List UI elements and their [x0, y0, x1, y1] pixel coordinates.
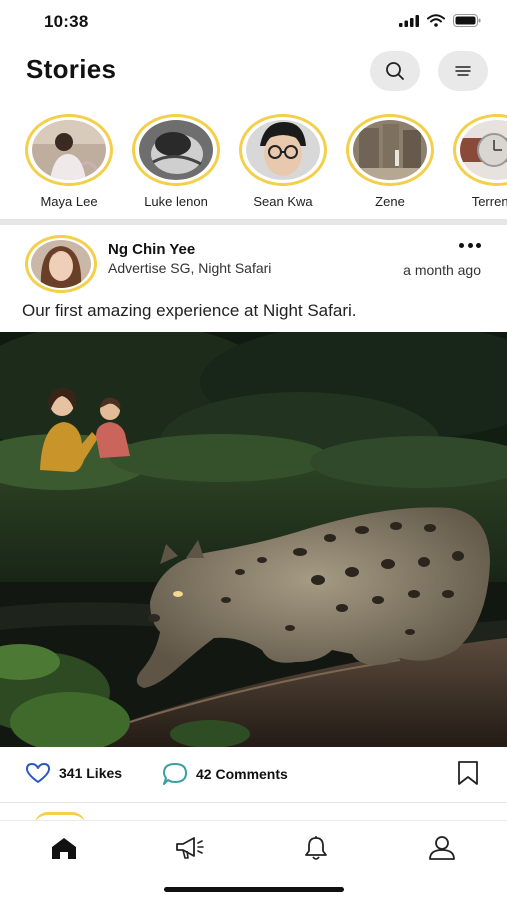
- bookmark-icon: [458, 761, 478, 785]
- tab-profile[interactable]: [422, 833, 462, 863]
- post-timestamp: a month ago: [403, 262, 481, 278]
- tab-advertise[interactable]: [170, 833, 210, 863]
- menu-button[interactable]: [438, 51, 488, 91]
- tab-notifications[interactable]: [296, 833, 336, 863]
- story-item[interactable]: Luke lenon: [130, 114, 222, 209]
- menu-icon: [455, 66, 471, 76]
- comment-button[interactable]: 42 Comments: [162, 762, 288, 786]
- dot: [476, 242, 481, 248]
- story-ring: [346, 114, 434, 186]
- status-bar: 10:38: [0, 0, 507, 44]
- story-ring: [25, 114, 113, 186]
- tab-bar: [0, 820, 507, 900]
- bookmark-button[interactable]: [457, 760, 479, 791]
- story-ring: [453, 114, 507, 186]
- home-icon: [52, 838, 76, 859]
- status-icons: [399, 14, 481, 27]
- dot: [459, 242, 464, 248]
- story-ring: [239, 114, 327, 186]
- post-caption: Our first amazing experience at Night Sa…: [22, 301, 357, 320]
- section-divider: [0, 219, 507, 225]
- heart-icon: [26, 763, 50, 783]
- comments-count: 42 Comments: [196, 766, 288, 782]
- profile-icon: [429, 836, 455, 860]
- search-button[interactable]: [370, 51, 420, 91]
- story-label: Zene: [375, 194, 405, 209]
- page-title: Stories: [26, 54, 117, 84]
- bell-icon: [305, 836, 327, 860]
- battery-icon: [453, 14, 481, 27]
- story-label: Terrence: [471, 194, 507, 209]
- story-thumbnail: [460, 120, 507, 180]
- post-divider: [0, 802, 507, 803]
- post-image[interactable]: [0, 332, 507, 747]
- story-item[interactable]: Sean Kwa: [237, 114, 329, 209]
- search-icon: [386, 62, 404, 80]
- author-avatar[interactable]: [25, 235, 97, 293]
- wifi-icon: [427, 14, 445, 27]
- post-header: Ng Chin Yee Advertise SG, Night Safari a…: [0, 228, 507, 298]
- post-actions: 341 Likes 42 Comments: [0, 752, 507, 796]
- story-label: Luke lenon: [144, 194, 208, 209]
- header: Stories: [0, 44, 507, 100]
- status-time: 10:38: [44, 12, 89, 31]
- megaphone-icon: [176, 837, 204, 859]
- dot: [467, 242, 473, 248]
- cellular-signal-icon: [399, 14, 419, 27]
- home-indicator: [164, 887, 344, 892]
- post-location: Advertise SG, Night Safari: [108, 260, 272, 276]
- story-label: Maya Lee: [40, 194, 98, 209]
- like-button[interactable]: 341 Likes: [25, 762, 122, 784]
- story-thumbnail: [139, 120, 213, 180]
- avatar-image: [31, 240, 91, 288]
- story-thumbnail: [32, 120, 106, 180]
- story-thumbnail: [353, 120, 427, 180]
- stories-row: Maya Lee Luke lenon Sean Kwa Zene Terren: [0, 114, 507, 218]
- story-label: Sean Kwa: [253, 194, 313, 209]
- story-thumbnail: [246, 120, 320, 180]
- tab-home[interactable]: [44, 833, 84, 863]
- more-options-button[interactable]: [459, 240, 481, 250]
- story-ring: [132, 114, 220, 186]
- post-author-name[interactable]: Ng Chin Yee: [108, 241, 195, 258]
- likes-count: 341 Likes: [59, 765, 123, 781]
- story-item[interactable]: Zene: [344, 114, 436, 209]
- comment-icon: [163, 763, 187, 785]
- story-item[interactable]: Maya Lee: [23, 114, 115, 209]
- story-item[interactable]: Terrence: [451, 114, 507, 209]
